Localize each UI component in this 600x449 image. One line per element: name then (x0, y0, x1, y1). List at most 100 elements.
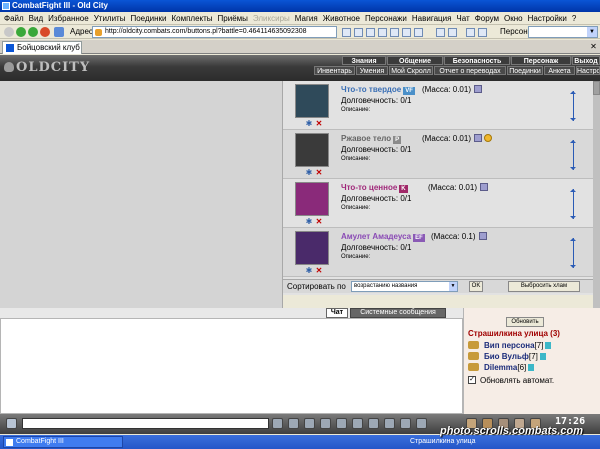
menu-navigation[interactable]: Навигация (412, 14, 452, 23)
hide-icon[interactable] (416, 418, 427, 429)
settings-icon[interactable] (478, 28, 487, 37)
chat-input[interactable] (22, 418, 269, 429)
menu-animal[interactable]: Животное (323, 14, 360, 23)
gear-icon[interactable]: ✱ (305, 267, 313, 275)
menu-help[interactable]: ? (572, 14, 576, 23)
user-name[interactable]: Вип персона (484, 341, 535, 350)
stop-icon[interactable] (40, 27, 50, 37)
translit-icon[interactable] (336, 418, 347, 429)
gold-icon[interactable] (484, 134, 492, 142)
save-icon[interactable] (390, 28, 399, 37)
menu-magic[interactable]: Магия (295, 14, 318, 23)
persona-select[interactable]: ▼ (528, 26, 598, 38)
clear-icon[interactable] (288, 418, 299, 429)
item-name[interactable]: Что-то ценное K (341, 183, 408, 193)
menu-window[interactable]: Окно (504, 14, 523, 23)
item-name[interactable]: Амулет Амадеуса EF (341, 232, 425, 242)
tab-system-messages[interactable]: Системные сообщения (350, 308, 446, 318)
item-image[interactable] (295, 84, 329, 118)
nav-communication[interactable]: Общение (387, 56, 443, 65)
menu-fights[interactable]: Поединки (130, 14, 166, 23)
filter-icon[interactable] (304, 418, 315, 429)
tab-chat[interactable]: Чат (326, 308, 348, 318)
info-icon[interactable] (545, 342, 552, 349)
nav-fights[interactable]: Поединки (507, 66, 543, 75)
delete-icon[interactable]: ✕ (315, 120, 323, 128)
gear-icon[interactable]: ✱ (305, 120, 313, 128)
camera-icon[interactable] (466, 28, 475, 37)
item-image[interactable] (295, 133, 329, 167)
color-icon[interactable] (384, 418, 395, 429)
font-icon[interactable] (352, 418, 363, 429)
emoji-icon[interactable] (400, 418, 411, 429)
delete-icon[interactable]: ✕ (315, 218, 323, 226)
move-arrows-icon[interactable] (570, 91, 581, 121)
package-icon[interactable] (478, 232, 487, 240)
scrollbar[interactable] (593, 81, 600, 308)
info-icon[interactable] (539, 353, 546, 360)
item-name-text[interactable]: Что-то твердое (341, 85, 401, 94)
gear-icon[interactable]: ✱ (305, 169, 313, 177)
menu-view[interactable]: Вид (29, 14, 43, 23)
send-icon[interactable] (272, 418, 283, 429)
tools-icon[interactable] (448, 28, 457, 37)
package-icon[interactable] (474, 134, 482, 142)
nav-profile[interactable]: Анкета (544, 66, 575, 75)
nav-transfer-report[interactable]: Отчет о переводах (434, 66, 506, 75)
move-arrows-icon[interactable] (570, 189, 581, 219)
package-icon[interactable] (474, 85, 482, 93)
nav-settings[interactable]: Настро (576, 66, 600, 75)
user-name[interactable]: Dilemma (484, 363, 517, 372)
smile-icon[interactable] (320, 418, 331, 429)
nav-security[interactable]: Безопасность (444, 56, 510, 65)
refresh-icon[interactable] (354, 28, 363, 37)
throw-junk-button[interactable]: Выбросить хлам (508, 281, 580, 292)
item-image[interactable] (295, 231, 329, 265)
refresh-button[interactable]: Обновить (506, 317, 544, 327)
copy-icon[interactable] (378, 28, 387, 37)
close-icon[interactable]: ✕ (589, 42, 598, 51)
auto-refresh-checkbox[interactable]: ✓ (468, 376, 476, 384)
user-item[interactable]: Био Вульф[7] (468, 352, 546, 361)
menu-favorites[interactable]: Избранное (48, 14, 89, 23)
delete-icon[interactable]: ✕ (315, 169, 323, 177)
user-item[interactable]: Dilemma[6] (468, 363, 535, 372)
menu-forum[interactable]: Форум (475, 14, 499, 23)
info-icon[interactable] (528, 364, 535, 371)
item-image[interactable] (295, 182, 329, 216)
item-name[interactable]: Ржавое тело P (341, 134, 402, 144)
menu-file[interactable]: Файл (4, 14, 24, 23)
item-name-text[interactable]: Амулет Амадеуса (341, 232, 411, 241)
menu-techniques[interactable]: Приёмы (218, 14, 248, 23)
print-icon[interactable] (366, 28, 375, 37)
home-icon[interactable] (54, 27, 64, 37)
sort-ok-button[interactable]: OK (469, 281, 483, 292)
menu-utilities[interactable]: Утилиты (94, 14, 126, 23)
address-input[interactable]: http://oldcity.combats.com/buttons.pl?ba… (92, 26, 337, 38)
music-icon[interactable] (368, 418, 379, 429)
gear-icon[interactable]: ✱ (305, 218, 313, 226)
move-arrows-icon[interactable] (570, 238, 581, 268)
delete-icon[interactable]: ✕ (315, 267, 323, 275)
nav-skills[interactable]: Умения (356, 66, 388, 75)
scrollbar-thumb[interactable] (593, 81, 600, 95)
dropdown-icon[interactable] (4, 27, 14, 37)
nav-knowledge[interactable]: Знания (342, 56, 386, 65)
move-arrows-icon[interactable] (570, 140, 581, 170)
package-icon[interactable] (480, 183, 488, 191)
menu-settings[interactable]: Настройки (528, 14, 567, 23)
tab-fight-club[interactable]: Бойцовский клуб (2, 41, 82, 54)
menu-sets[interactable]: Комплекты (171, 14, 212, 23)
forward-icon[interactable] (28, 27, 38, 37)
item-name-text[interactable]: Ржавое тело (341, 134, 391, 143)
menu-characters[interactable]: Персонажи (365, 14, 407, 23)
chat-mode-icon[interactable] (6, 418, 17, 429)
sort-select[interactable]: возрастанию названия ▼ (351, 281, 458, 292)
user-item[interactable]: Вип персона[7] (468, 341, 552, 350)
user-name[interactable]: Био Вульф (484, 352, 529, 361)
nav-my-scroll[interactable]: Мой Скролл (389, 66, 433, 75)
users-icon[interactable] (414, 28, 423, 37)
menu-chat[interactable]: Чат (456, 14, 469, 23)
taskbar-app-button[interactable]: CombatFight III (3, 436, 123, 448)
item-name[interactable]: Что-то твердое VF (341, 85, 415, 95)
